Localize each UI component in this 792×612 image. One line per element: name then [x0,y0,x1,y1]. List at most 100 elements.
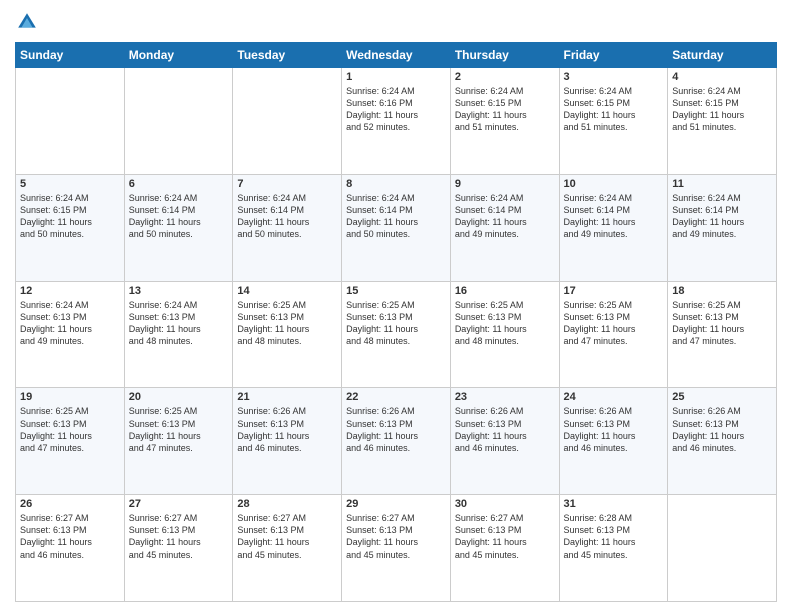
calendar-week-5: 26 Sunrise: 6:27 AM Sunset: 6:13 PM Dayli… [16,495,777,602]
calendar-header-sunday: Sunday [16,43,125,68]
day-number: 24 [564,391,664,403]
day-info: Sunrise: 6:24 AM Sunset: 6:15 PM Dayligh… [672,85,772,134]
day-number: 26 [20,498,120,510]
calendar-header-wednesday: Wednesday [342,43,451,68]
calendar-week-1: 1Sunrise: 6:24 AM Sunset: 6:16 PM Daylig… [16,68,777,175]
day-number: 3 [564,71,664,83]
calendar-cell: 12 Sunrise: 6:24 AM Sunset: 6:13 PM Dayli… [16,281,125,388]
calendar-cell: 27 Sunrise: 6:27 AM Sunset: 6:13 PM Dayli… [124,495,233,602]
day-number: 27 [129,498,229,510]
calendar-cell: 30 Sunrise: 6:27 AM Sunset: 6:13 PM Dayli… [450,495,559,602]
calendar-cell [668,495,777,602]
calendar-cell: 7 Sunrise: 6:24 AM Sunset: 6:14 PM Daylig… [233,174,342,281]
day-info: Sunrise: 6:27 AM Sunset: 6:13 PM Dayligh… [237,512,337,561]
day-number: 4 [672,71,772,83]
calendar-cell: 1Sunrise: 6:24 AM Sunset: 6:16 PM Daylig… [342,68,451,175]
day-info: Sunrise: 6:25 AM Sunset: 6:13 PM Dayligh… [455,299,555,348]
calendar-header-row: SundayMondayTuesdayWednesdayThursdayFrid… [16,43,777,68]
day-info: Sunrise: 6:24 AM Sunset: 6:15 PM Dayligh… [455,85,555,134]
calendar-cell [16,68,125,175]
day-info: Sunrise: 6:24 AM Sunset: 6:13 PM Dayligh… [20,299,120,348]
day-info: Sunrise: 6:27 AM Sunset: 6:13 PM Dayligh… [346,512,446,561]
calendar-cell: 28 Sunrise: 6:27 AM Sunset: 6:13 PM Dayli… [233,495,342,602]
calendar-cell: 20Sunrise: 6:25 AM Sunset: 6:13 PM Dayli… [124,388,233,495]
day-number: 8 [346,178,446,190]
calendar-cell: 2Sunrise: 6:24 AM Sunset: 6:15 PM Daylig… [450,68,559,175]
day-number: 31 [564,498,664,510]
day-number: 1 [346,71,446,83]
day-info: Sunrise: 6:24 AM Sunset: 6:15 PM Dayligh… [564,85,664,134]
day-number: 17 [564,285,664,297]
calendar-cell: 8 Sunrise: 6:24 AM Sunset: 6:14 PM Daylig… [342,174,451,281]
calendar-cell: 17 Sunrise: 6:25 AM Sunset: 6:13 PM Dayli… [559,281,668,388]
day-info: Sunrise: 6:25 AM Sunset: 6:13 PM Dayligh… [564,299,664,348]
day-info: Sunrise: 6:27 AM Sunset: 6:13 PM Dayligh… [20,512,120,561]
day-info: Sunrise: 6:27 AM Sunset: 6:13 PM Dayligh… [455,512,555,561]
calendar-table: SundayMondayTuesdayWednesdayThursdayFrid… [15,42,777,602]
calendar-cell [124,68,233,175]
logo-icon [15,10,39,34]
day-info: Sunrise: 6:24 AM Sunset: 6:13 PM Dayligh… [129,299,229,348]
day-number: 13 [129,285,229,297]
day-number: 30 [455,498,555,510]
day-info: Sunrise: 6:25 AM Sunset: 6:13 PM Dayligh… [346,299,446,348]
day-info: Sunrise: 6:26 AM Sunset: 6:13 PM Dayligh… [455,405,555,454]
calendar-week-2: 5 Sunrise: 6:24 AM Sunset: 6:15 PM Daylig… [16,174,777,281]
calendar-cell [233,68,342,175]
calendar-cell: 16 Sunrise: 6:25 AM Sunset: 6:13 PM Dayli… [450,281,559,388]
day-info: Sunrise: 6:24 AM Sunset: 6:14 PM Dayligh… [237,192,337,241]
day-number: 22 [346,391,446,403]
day-number: 18 [672,285,772,297]
calendar-cell: 23 Sunrise: 6:26 AM Sunset: 6:13 PM Dayli… [450,388,559,495]
calendar-cell: 26 Sunrise: 6:27 AM Sunset: 6:13 PM Dayli… [16,495,125,602]
day-number: 12 [20,285,120,297]
day-info: Sunrise: 6:24 AM Sunset: 6:14 PM Dayligh… [455,192,555,241]
calendar-cell: 13 Sunrise: 6:24 AM Sunset: 6:13 PM Dayli… [124,281,233,388]
day-number: 16 [455,285,555,297]
day-number: 11 [672,178,772,190]
calendar-cell: 9 Sunrise: 6:24 AM Sunset: 6:14 PM Daylig… [450,174,559,281]
day-number: 21 [237,391,337,403]
day-info: Sunrise: 6:24 AM Sunset: 6:14 PM Dayligh… [346,192,446,241]
calendar-cell: 14Sunrise: 6:25 AM Sunset: 6:13 PM Dayli… [233,281,342,388]
day-info: Sunrise: 6:26 AM Sunset: 6:13 PM Dayligh… [346,405,446,454]
logo [15,10,43,34]
calendar-week-4: 19 Sunrise: 6:25 AM Sunset: 6:13 PM Dayli… [16,388,777,495]
calendar-cell: 31 Sunrise: 6:28 AM Sunset: 6:13 PM Dayli… [559,495,668,602]
calendar-cell: 21Sunrise: 6:26 AM Sunset: 6:13 PM Dayli… [233,388,342,495]
day-number: 19 [20,391,120,403]
page: SundayMondayTuesdayWednesdayThursdayFrid… [0,0,792,612]
day-number: 23 [455,391,555,403]
day-number: 25 [672,391,772,403]
day-number: 9 [455,178,555,190]
day-info: Sunrise: 6:24 AM Sunset: 6:15 PM Dayligh… [20,192,120,241]
calendar-header-thursday: Thursday [450,43,559,68]
day-info: Sunrise: 6:24 AM Sunset: 6:14 PM Dayligh… [129,192,229,241]
calendar-cell: 25 Sunrise: 6:26 AM Sunset: 6:13 PM Dayli… [668,388,777,495]
day-info: Sunrise: 6:25 AM Sunset: 6:13 PM Dayligh… [237,299,337,348]
day-info: Sunrise: 6:26 AM Sunset: 6:13 PM Dayligh… [564,405,664,454]
calendar-cell: 11 Sunrise: 6:24 AM Sunset: 6:14 PM Dayli… [668,174,777,281]
calendar-cell: 4 Sunrise: 6:24 AM Sunset: 6:15 PM Daylig… [668,68,777,175]
day-info: Sunrise: 6:27 AM Sunset: 6:13 PM Dayligh… [129,512,229,561]
day-info: Sunrise: 6:26 AM Sunset: 6:13 PM Dayligh… [672,405,772,454]
calendar-cell: 5 Sunrise: 6:24 AM Sunset: 6:15 PM Daylig… [16,174,125,281]
calendar-cell: 24 Sunrise: 6:26 AM Sunset: 6:13 PM Dayli… [559,388,668,495]
day-number: 15 [346,285,446,297]
calendar-cell: 29 Sunrise: 6:27 AM Sunset: 6:13 PM Dayli… [342,495,451,602]
day-number: 29 [346,498,446,510]
day-info: Sunrise: 6:24 AM Sunset: 6:14 PM Dayligh… [564,192,664,241]
calendar-header-friday: Friday [559,43,668,68]
day-number: 7 [237,178,337,190]
calendar-cell: 15 Sunrise: 6:25 AM Sunset: 6:13 PM Dayli… [342,281,451,388]
day-number: 28 [237,498,337,510]
day-info: Sunrise: 6:28 AM Sunset: 6:13 PM Dayligh… [564,512,664,561]
calendar-header-tuesday: Tuesday [233,43,342,68]
day-info: Sunrise: 6:25 AM Sunset: 6:13 PM Dayligh… [20,405,120,454]
day-info: Sunrise: 6:24 AM Sunset: 6:14 PM Dayligh… [672,192,772,241]
calendar-header-saturday: Saturday [668,43,777,68]
day-number: 20 [129,391,229,403]
header [15,10,777,34]
day-number: 5 [20,178,120,190]
calendar-header-monday: Monday [124,43,233,68]
